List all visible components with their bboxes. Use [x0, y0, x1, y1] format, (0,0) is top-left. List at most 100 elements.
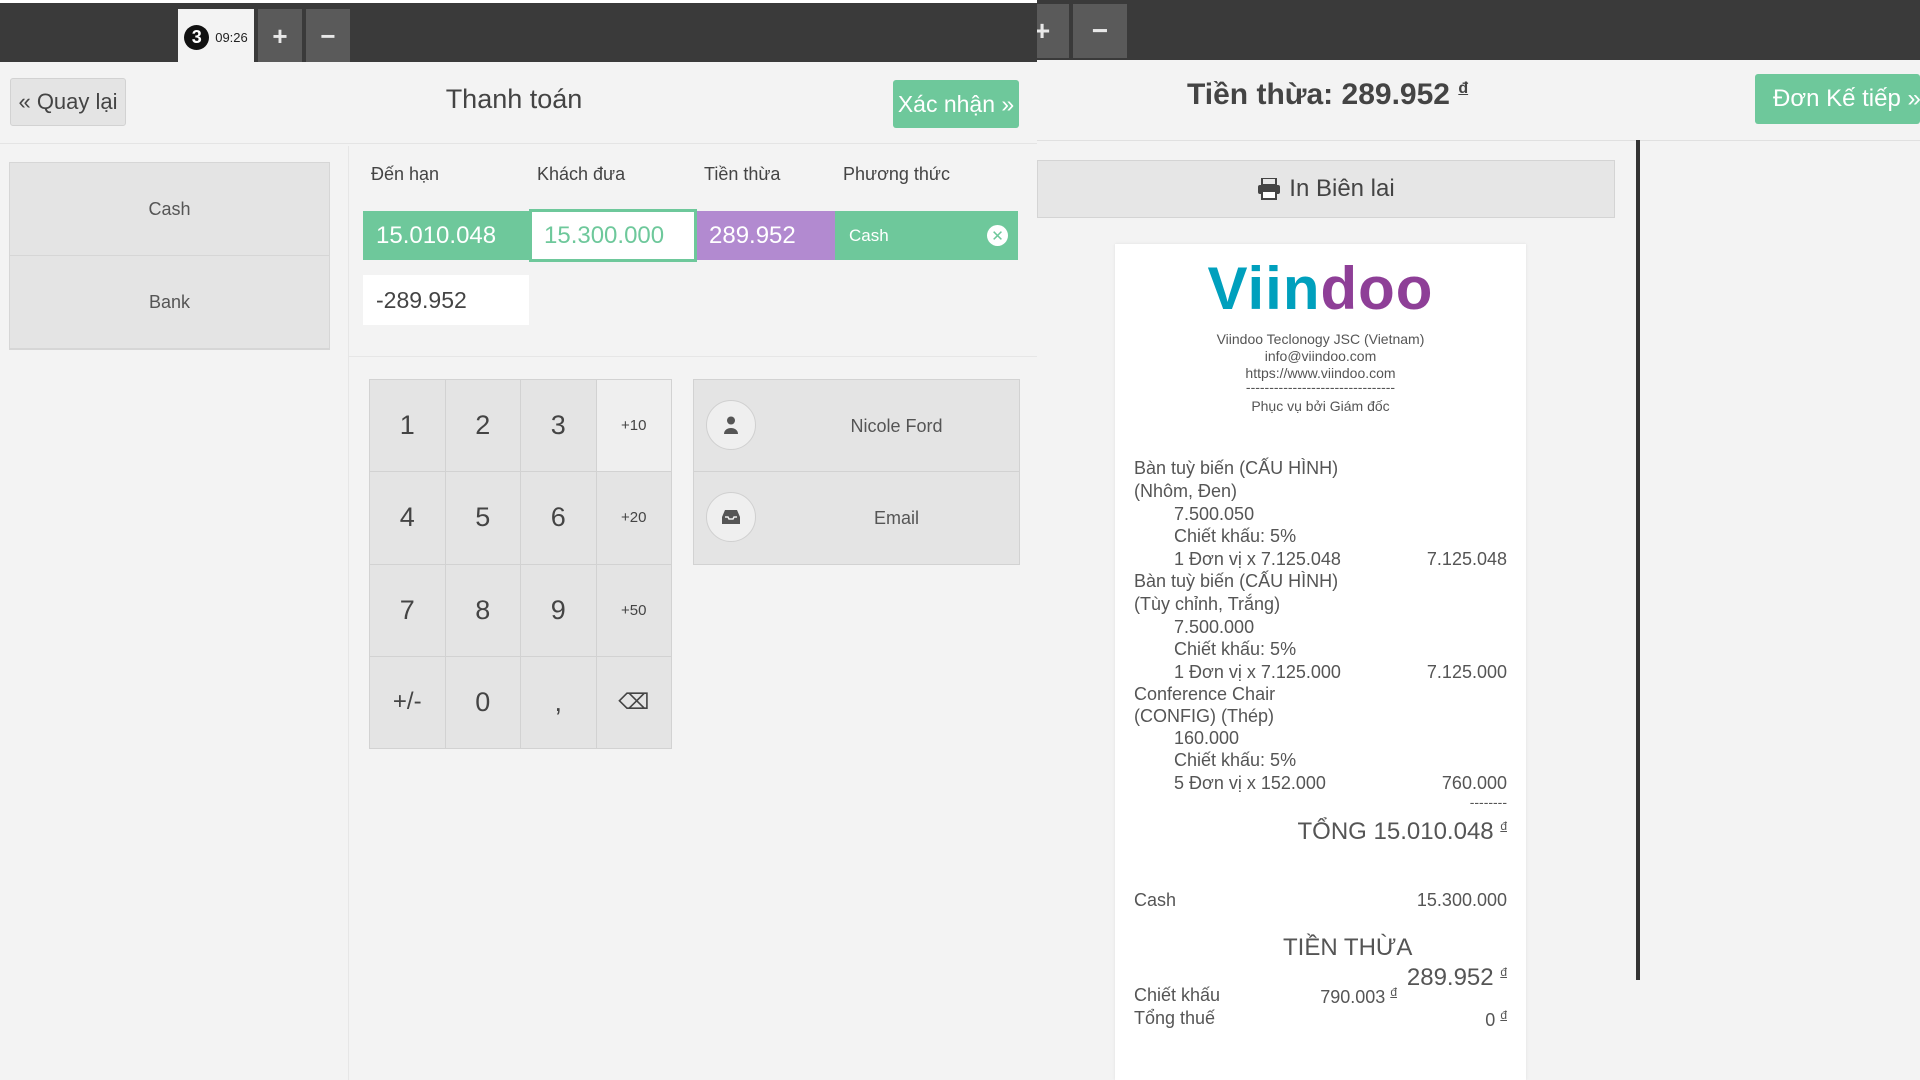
currency-symbol: đ	[1500, 1008, 1507, 1022]
total-label: TỔNG	[1297, 818, 1367, 845]
numpad: 1 2 3 +10 4 5 6 +20 7 8 9 +50 +/- 0 , ⌫	[369, 379, 672, 749]
customer-name: Nicole Ford	[850, 415, 943, 436]
numpad-key-5[interactable]: 5	[445, 472, 520, 564]
numpad-key-7[interactable]: 7	[370, 564, 445, 656]
column-method-header: Phương thức	[843, 164, 950, 184]
discount-amount: 790.003 đ	[1320, 985, 1397, 1008]
remaining-amount: -289.952	[363, 275, 529, 325]
item-variant: (Nhôm, Đen)	[1134, 481, 1238, 501]
divider	[1636, 140, 1640, 980]
email-button[interactable]: Email	[694, 472, 1019, 564]
next-order-button[interactable]: Đơn Kế tiếp »	[1755, 74, 1920, 124]
paymentline-tendered-input[interactable]: 15.300.000	[529, 209, 697, 262]
add-order-button[interactable]: +	[1037, 4, 1069, 58]
item-name: Bàn tuỳ biến (CẤU HÌNH)	[1134, 458, 1339, 478]
company-logo: Viindoo	[1207, 255, 1434, 322]
print-receipt-label: In Biên lai	[1289, 175, 1395, 202]
paymentline-method-label: Cash	[849, 225, 889, 245]
payment-screen: 3 09:26 + − « Quay lại Thanh toán Xác nh…	[0, 0, 1037, 1080]
numpad-key-1[interactable]: 1	[370, 380, 445, 472]
company-name: Viindoo Teclonogy JSC (Vietnam)	[1216, 331, 1425, 347]
item-total: 760.000	[1441, 773, 1507, 793]
confirm-button[interactable]: Xác nhận »	[893, 80, 1019, 128]
numpad-key-9[interactable]: 9	[521, 564, 596, 656]
receipt-screen: + − Tiền thừa: 289.952 đ Đơn Kế tiếp » I…	[1037, 0, 1920, 1080]
payment-header: « Quay lại Thanh toán Xác nhận »	[0, 62, 1037, 144]
numpad-key-0[interactable]: 0	[445, 656, 520, 748]
numpad-key-comma[interactable]: ,	[521, 656, 596, 748]
numpad-key-2[interactable]: 2	[445, 380, 520, 472]
client-pane: Nicole Ford Email	[693, 379, 1020, 565]
tax-amount: 0 đ	[1485, 1008, 1507, 1031]
item-variant: (Tùy chỉnh, Trắng)	[1134, 594, 1281, 614]
backspace-icon[interactable]: ⌫	[596, 656, 671, 748]
column-due-header: Đến hạn	[371, 164, 440, 184]
item-variant: (CONFIG) (Thép)	[1134, 706, 1275, 726]
page-title: Thanh toán	[445, 84, 583, 114]
served-by: Phục vụ bởi Giám đốc	[1251, 398, 1390, 414]
total-dashes: --------	[1469, 794, 1507, 810]
item-discount: Chiết khấu: 5%	[1174, 750, 1297, 770]
currency-symbol: đ	[1500, 965, 1507, 979]
print-receipt-button[interactable]: In Biên lai	[1037, 160, 1615, 218]
email-label: Email	[873, 507, 919, 528]
receipt-separator: --------------------------------	[1245, 379, 1396, 395]
company-email: info@viindoo.com	[1264, 348, 1377, 364]
receipt-toolbar: + −	[1037, 0, 1920, 60]
paymentline-change: 289.952	[697, 211, 835, 260]
remove-order-button[interactable]: −	[1073, 4, 1127, 58]
receipt-total: TỔNG 15.010.048 đ	[1298, 818, 1507, 846]
change-amount-text: Tiền thừa: 289.952	[1187, 78, 1450, 111]
receipt: Viindoo Viindoo Teclonogy JSC (Vietnam) …	[1115, 244, 1526, 1080]
order-tab[interactable]: 3 09:26	[178, 9, 254, 65]
item-price: 7.500.050	[1174, 504, 1255, 524]
column-tendered-header: Khách đưa	[537, 164, 626, 184]
column-change-header: Tiền thừa	[704, 164, 781, 184]
user-icon	[706, 400, 756, 450]
payment-method-amount: 15.300.000	[1416, 890, 1507, 910]
numpad-key-3[interactable]: 3	[521, 380, 596, 472]
customer-button[interactable]: Nicole Ford	[694, 380, 1019, 472]
print-icon	[1258, 178, 1281, 200]
item-discount: Chiết khấu: 5%	[1174, 639, 1297, 659]
currency-symbol: đ	[1500, 819, 1507, 833]
delete-paymentline-icon[interactable]: ✕	[987, 225, 1008, 246]
add-order-button[interactable]: +	[258, 9, 302, 63]
numpad-key-plus10[interactable]: +10	[596, 380, 671, 472]
discount-value: 790.003	[1320, 987, 1386, 1007]
screen: 3 09:26 + − « Quay lại Thanh toán Xác nh…	[0, 0, 1920, 1080]
change-amount-title: Tiền thừa: 289.952 đ	[1187, 78, 1472, 112]
numpad-key-plus50[interactable]: +50	[596, 564, 671, 656]
tax-value: 0	[1485, 1010, 1496, 1030]
item-total: 7.125.048	[1426, 549, 1507, 569]
order-toolbar: 3 09:26 + −	[0, 0, 1037, 65]
item-discount: Chiết khấu: 5%	[1174, 526, 1297, 546]
payment-method-bank[interactable]: Bank	[10, 256, 329, 349]
item-name: Bàn tuỳ biến (CẤU HÌNH)	[1134, 571, 1339, 591]
divider	[1037, 140, 1920, 141]
item-price: 160.000	[1174, 728, 1240, 748]
item-total: 7.125.000	[1426, 662, 1507, 682]
change-label: TIỀN THỪA	[1283, 934, 1413, 961]
inbox-icon	[706, 492, 756, 542]
payment-methods: Cash Bank	[9, 162, 330, 350]
order-number-badge: 3	[184, 24, 210, 50]
numpad-key-6[interactable]: 6	[521, 472, 596, 564]
paymentline-method[interactable]: Cash ✕	[835, 211, 1018, 260]
remove-order-button[interactable]: −	[306, 9, 350, 63]
order-time: 09:26	[215, 29, 248, 45]
item-name: Conference Chair	[1134, 684, 1276, 704]
divider	[348, 356, 1037, 357]
numpad-key-8[interactable]: 8	[445, 564, 520, 656]
total-value: 15.010.048	[1373, 818, 1494, 845]
divider	[348, 146, 349, 1080]
paymentline-due: 15.010.048	[363, 211, 529, 260]
numpad-key-4[interactable]: 4	[370, 472, 445, 564]
tax-label: Tổng thuế	[1134, 1008, 1216, 1028]
payment-method-cash[interactable]: Cash	[10, 163, 329, 256]
item-price: 7.500.000	[1174, 617, 1255, 637]
numpad-key-plus20[interactable]: +20	[596, 472, 671, 564]
currency-symbol: đ	[1458, 80, 1469, 97]
numpad-key-plus-minus[interactable]: +/-	[370, 656, 445, 748]
currency-symbol: đ	[1390, 985, 1397, 999]
